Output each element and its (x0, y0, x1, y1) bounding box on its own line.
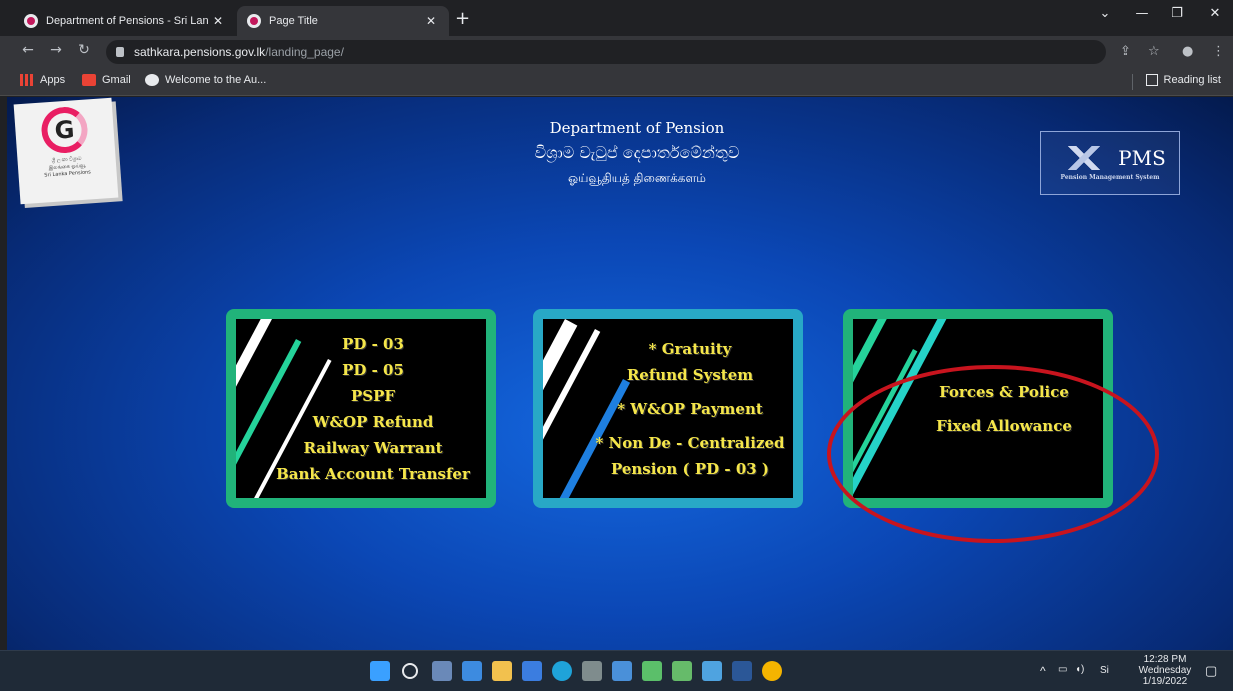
card-line: W&OP Refund (312, 412, 434, 431)
gmail-icon (82, 74, 96, 86)
start-icon[interactable] (370, 661, 390, 681)
app-icon[interactable] (672, 661, 692, 681)
card-line: PSPF (350, 386, 396, 405)
url-path: /landing_page/ (265, 45, 344, 59)
network-icon[interactable]: ▭ (1058, 664, 1067, 675)
tab-department-of-pensions[interactable]: Department of Pensions - Sri Lan ✕ (14, 6, 236, 36)
app-icon[interactable] (642, 661, 662, 681)
profile-icon[interactable]: ● (1182, 44, 1193, 59)
lock-icon (116, 47, 124, 57)
card-line: PD - 05 (342, 360, 404, 379)
forward-icon[interactable]: → (46, 42, 66, 58)
card-line: * W&OP Payment (617, 399, 763, 418)
card-text: PD - 03 PD - 05 PSPF W&OP Refund Railway… (268, 319, 478, 498)
store-icon[interactable] (522, 661, 542, 681)
pensions-emblem-icon: G (39, 105, 90, 155)
share-icon[interactable]: ⇪ (1120, 44, 1131, 59)
search-icon[interactable] (402, 663, 418, 679)
chrome-icon[interactable] (762, 661, 782, 681)
bookmark-star-icon[interactable]: ☆ (1148, 44, 1160, 59)
landing-page: G ශ්‍රී ලංකා විශ්‍රාම இலங்கை ஓய்வூ Sri L… (7, 97, 1233, 650)
card-line: * Non De - Centralized (595, 433, 785, 452)
globe-icon (145, 74, 159, 86)
clock-day: Wednesday (1138, 665, 1192, 676)
card-stripe (543, 319, 578, 498)
file-explorer-icon[interactable] (492, 661, 512, 681)
card-forces-police-allowance[interactable]: Forces & Police Fixed Allowance (843, 309, 1113, 508)
minimize-icon[interactable]: — (1127, 6, 1157, 21)
card-line: Pension ( PD - 03 ) (610, 459, 770, 478)
sri-lanka-pensions-logo: G ශ්‍රී ලංකා විශ්‍රාම இலங்கை ஓய்வூ Sri L… (13, 97, 119, 205)
tab-search-icon[interactable]: ⌄ (1090, 6, 1120, 21)
app-icon[interactable] (612, 661, 632, 681)
card-gratuity-refund[interactable]: * Gratuity Refund System * W&OP Payment … (533, 309, 803, 508)
card-line: Fixed Allowance (936, 416, 1072, 435)
card-panel: PD - 03 PD - 05 PSPF W&OP Refund Railway… (236, 319, 486, 498)
bookmark-welcome[interactable]: Welcome to the Au... (145, 74, 266, 86)
card-text: Forces & Police Fixed Allowance (919, 319, 1089, 498)
clock-time: 12:28 PM (1143, 654, 1187, 665)
pms-mountain-icon (1054, 145, 1115, 170)
back-icon[interactable]: ← (18, 42, 38, 58)
notifications-icon[interactable]: ▢ (1205, 663, 1217, 679)
url-host: sathkara.pensions.gov.lk (134, 45, 266, 59)
bookmarks-bar: Apps Gmail Welcome to the Au... Reading … (0, 68, 1233, 96)
site-favicon-icon (24, 14, 38, 28)
photos-icon[interactable] (702, 661, 722, 681)
page-header: Department of Pension විශ්‍රාම වැටුප් දෙ… (487, 119, 787, 187)
tab-title: Department of Pensions - Sri Lan (46, 15, 209, 27)
app-icon[interactable] (582, 661, 602, 681)
card-pd-services[interactable]: PD - 03 PD - 05 PSPF W&OP Refund Railway… (226, 309, 496, 508)
card-text: * Gratuity Refund System * W&OP Payment … (595, 319, 785, 498)
clock-date: 1/19/2022 (1142, 676, 1188, 687)
card-line: * Gratuity (648, 339, 732, 358)
bookmark-label: Apps (40, 74, 66, 86)
tab-close-icon[interactable]: ✕ (210, 14, 226, 28)
browser-toolbar: ← → ↻ sathkara.pensions.gov.lk /landing_… (0, 36, 1233, 68)
edge-icon[interactable] (552, 661, 572, 681)
tab-title: Page Title (269, 15, 318, 27)
reading-list-button[interactable]: Reading list (1145, 74, 1221, 86)
apps-icon (20, 74, 34, 86)
widgets-icon[interactable] (462, 661, 482, 681)
tab-strip: Department of Pensions - Sri Lan ✕ Page … (0, 0, 1233, 36)
bookmark-gmail[interactable]: Gmail (82, 74, 131, 86)
tray-chevron-icon[interactable]: ^ (1040, 664, 1046, 678)
bookmarks-separator (1132, 74, 1133, 90)
department-title-ta: ஓய்வூதியத் திணைக்களம் (568, 171, 706, 185)
pms-title: PMS (1118, 145, 1166, 170)
card-line: Bank Account Transfer (276, 464, 470, 483)
site-favicon-icon (247, 14, 261, 28)
card-line: Forces & Police (939, 382, 1069, 401)
volume-icon[interactable]: ◖) (1075, 664, 1084, 675)
bookmark-label: Gmail (102, 74, 131, 86)
tab-close-icon[interactable]: ✕ (423, 14, 439, 28)
close-window-icon[interactable]: ✕ (1200, 6, 1230, 21)
clock[interactable]: 12:28 PM Wednesday 1/19/2022 (1135, 654, 1195, 687)
reload-icon[interactable]: ↻ (74, 42, 94, 58)
maximize-icon[interactable]: ❐ (1162, 6, 1192, 21)
windows-taskbar: ^ ▭ ◖) Si 12:28 PM Wednesday 1/19/2022 ▢ (0, 650, 1233, 691)
card-panel: * Gratuity Refund System * W&OP Payment … (543, 319, 793, 498)
bookmark-label: Welcome to the Au... (165, 74, 267, 86)
input-language[interactable]: Si (1100, 665, 1109, 676)
bookmark-apps[interactable]: Apps (20, 74, 65, 86)
department-title-si: විශ්‍රාම වැටුප් දෙපාර්තමේන්තුව (534, 143, 740, 162)
word-icon[interactable] (732, 661, 752, 681)
task-view-icon[interactable] (432, 661, 452, 681)
card-line: Railway Warrant (303, 438, 443, 457)
pms-subtitle: Pension Management System (1060, 173, 1160, 181)
card-line: PD - 03 (342, 334, 404, 353)
department-title-en: Department of Pension (549, 119, 725, 137)
card-panel: Forces & Police Fixed Allowance (853, 319, 1103, 498)
address-bar[interactable]: sathkara.pensions.gov.lk /landing_page/ (106, 40, 1106, 64)
tab-page-title[interactable]: Page Title ✕ (237, 6, 449, 36)
menu-icon[interactable]: ⋮ (1212, 44, 1225, 59)
new-tab-button[interactable]: + (455, 8, 470, 29)
pms-logo: PMS Pension Management System (1040, 131, 1180, 195)
logo-caption: ශ්‍රී ලංකා විශ්‍රාම இலங்கை ஓய்வூ Sri Lan… (44, 155, 92, 179)
reading-list-label: Reading list (1163, 74, 1221, 86)
reading-list-icon (1145, 74, 1158, 86)
card-line: Refund System (626, 365, 754, 384)
